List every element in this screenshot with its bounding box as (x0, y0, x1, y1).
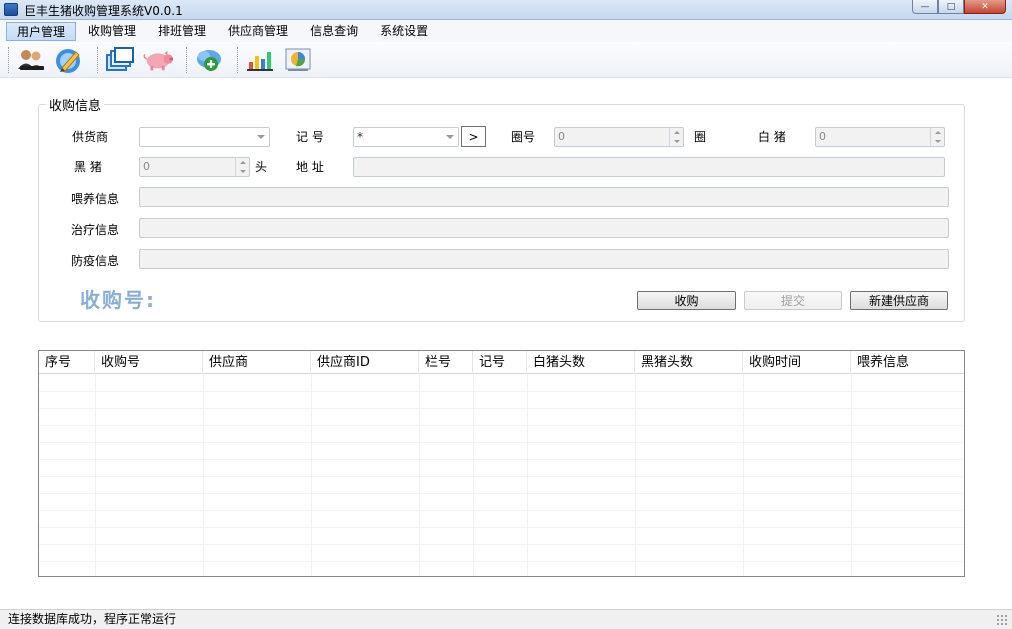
mark-value: * (357, 130, 363, 144)
app-icon (4, 3, 18, 16)
users-icon[interactable] (15, 45, 47, 75)
grid-row-line (39, 442, 964, 443)
pie-chart-icon[interactable] (282, 45, 314, 75)
edit-icon[interactable] (53, 45, 85, 75)
grid-row-line (39, 493, 964, 494)
grid-column-line (851, 374, 852, 576)
column-header[interactable]: 序号 (39, 351, 95, 374)
buy-button[interactable]: 收购 (637, 291, 736, 310)
toolbar-separator (97, 46, 98, 73)
toolbar (0, 42, 1012, 78)
column-header[interactable]: 供应商 (203, 351, 311, 374)
group-title: 收购信息 (46, 95, 105, 114)
pen-unit-label: 圈 (694, 130, 707, 144)
grid-header: 序号 收购号 供应商 供应商ID 栏号 记号 白猪头数 黑猪头数 收购时间 喂养… (39, 351, 964, 374)
grid-row-line (39, 510, 964, 511)
resize-grip-icon[interactable] (996, 614, 1008, 626)
grid-column-line (527, 374, 528, 576)
grid-column-line (473, 374, 474, 576)
grid-row-line (39, 527, 964, 528)
white-pig-label: 白 猪 (758, 130, 786, 144)
mark-label: 记 号 (296, 130, 324, 144)
window-title: 巨丰生猪收购管理系统V0.0.1 (24, 4, 183, 18)
mark-combobox[interactable]: * (353, 127, 459, 147)
supplier-label: 供货商 (72, 130, 109, 144)
epidemic-label: 防疫信息 (71, 254, 120, 268)
black-pig-unit-label: 头 (255, 160, 268, 174)
spinner-icon[interactable] (930, 128, 944, 146)
menu-purchase-management[interactable]: 收购管理 (78, 22, 146, 41)
treatment-label: 治疗信息 (71, 223, 120, 237)
grid-row-line (39, 408, 964, 409)
windows-icon[interactable] (104, 45, 136, 75)
status-bar: 连接数据库成功，程序正常运行 (0, 609, 1012, 629)
close-button[interactable]: ✕ (964, 0, 1006, 14)
pen-label: 圈号 (511, 130, 536, 144)
column-header[interactable]: 喂养信息 (851, 351, 964, 374)
black-pig-stepper[interactable]: 0 (139, 157, 250, 177)
menu-info-query[interactable]: 信息查询 (300, 22, 368, 41)
feeding-label: 喂养信息 (71, 192, 120, 206)
column-header[interactable]: 供应商ID (311, 351, 419, 374)
toolbar-separator (186, 46, 187, 73)
column-header[interactable]: 记号 (473, 351, 527, 374)
new-supplier-button[interactable]: 新建供应商 (850, 291, 948, 310)
spinner-icon[interactable] (235, 158, 249, 176)
grid-column-line (743, 374, 744, 576)
grid-row-line (39, 425, 964, 426)
pig-icon[interactable] (142, 45, 174, 75)
grid-column-line (419, 374, 420, 576)
address-label: 地 址 (296, 160, 324, 174)
maximize-button[interactable]: □ (938, 0, 964, 14)
column-header[interactable]: 收购时间 (743, 351, 851, 374)
next-mark-button[interactable]: > (461, 126, 486, 147)
address-field[interactable] (353, 157, 945, 177)
chevron-down-icon (257, 135, 265, 139)
status-text: 连接数据库成功，程序正常运行 (8, 612, 177, 626)
menu-bar: 用户管理 收购管理 排班管理 供应商管理 信息查询 系统设置 (0, 20, 1012, 42)
grid-column-line (311, 374, 312, 576)
feeding-field[interactable] (139, 187, 949, 207)
grid-column-line (95, 374, 96, 576)
white-pig-stepper[interactable]: 0 (815, 127, 945, 147)
minimize-button[interactable]: — (912, 0, 938, 14)
supplier-combobox[interactable] (139, 127, 270, 147)
toolbar-separator (237, 46, 238, 73)
column-header[interactable]: 收购号 (95, 351, 203, 374)
cloud-add-icon[interactable] (193, 45, 225, 75)
treatment-field[interactable] (139, 218, 949, 238)
chevron-down-icon (446, 135, 454, 139)
submit-button[interactable]: 提交 (744, 291, 842, 310)
grid-row-line (39, 476, 964, 477)
menu-supplier-management[interactable]: 供应商管理 (218, 22, 298, 41)
title-bar: 巨丰生猪收购管理系统V0.0.1 — □ ✕ (0, 0, 1012, 20)
column-header[interactable]: 白猪头数 (527, 351, 635, 374)
grid-column-line (635, 374, 636, 576)
grid-row-line (39, 561, 964, 562)
toolbar-separator (8, 46, 9, 73)
menu-user-management[interactable]: 用户管理 (6, 21, 77, 41)
column-header[interactable]: 黑猪头数 (635, 351, 743, 374)
grid-column-line (203, 374, 204, 576)
black-pig-value: 0 (143, 160, 150, 173)
column-header[interactable]: 栏号 (419, 351, 473, 374)
spinner-icon[interactable] (669, 128, 683, 146)
purchase-number-label: 收购号: (80, 288, 156, 312)
pen-number-stepper[interactable]: 0 (554, 127, 684, 147)
grid-row-line (39, 459, 964, 460)
menu-schedule-management[interactable]: 排班管理 (148, 22, 216, 41)
black-pig-label: 黑 猪 (74, 160, 102, 174)
pen-number-value: 0 (558, 130, 565, 143)
white-pig-value: 0 (819, 130, 826, 143)
epidemic-field[interactable] (139, 249, 949, 269)
menu-system-settings[interactable]: 系统设置 (370, 22, 438, 41)
grid-row-line (39, 391, 964, 392)
grid-row-line (39, 544, 964, 545)
bar-chart-icon[interactable] (244, 45, 276, 75)
purchase-grid[interactable]: 序号 收购号 供应商 供应商ID 栏号 记号 白猪头数 黑猪头数 收购时间 喂养… (38, 350, 965, 577)
